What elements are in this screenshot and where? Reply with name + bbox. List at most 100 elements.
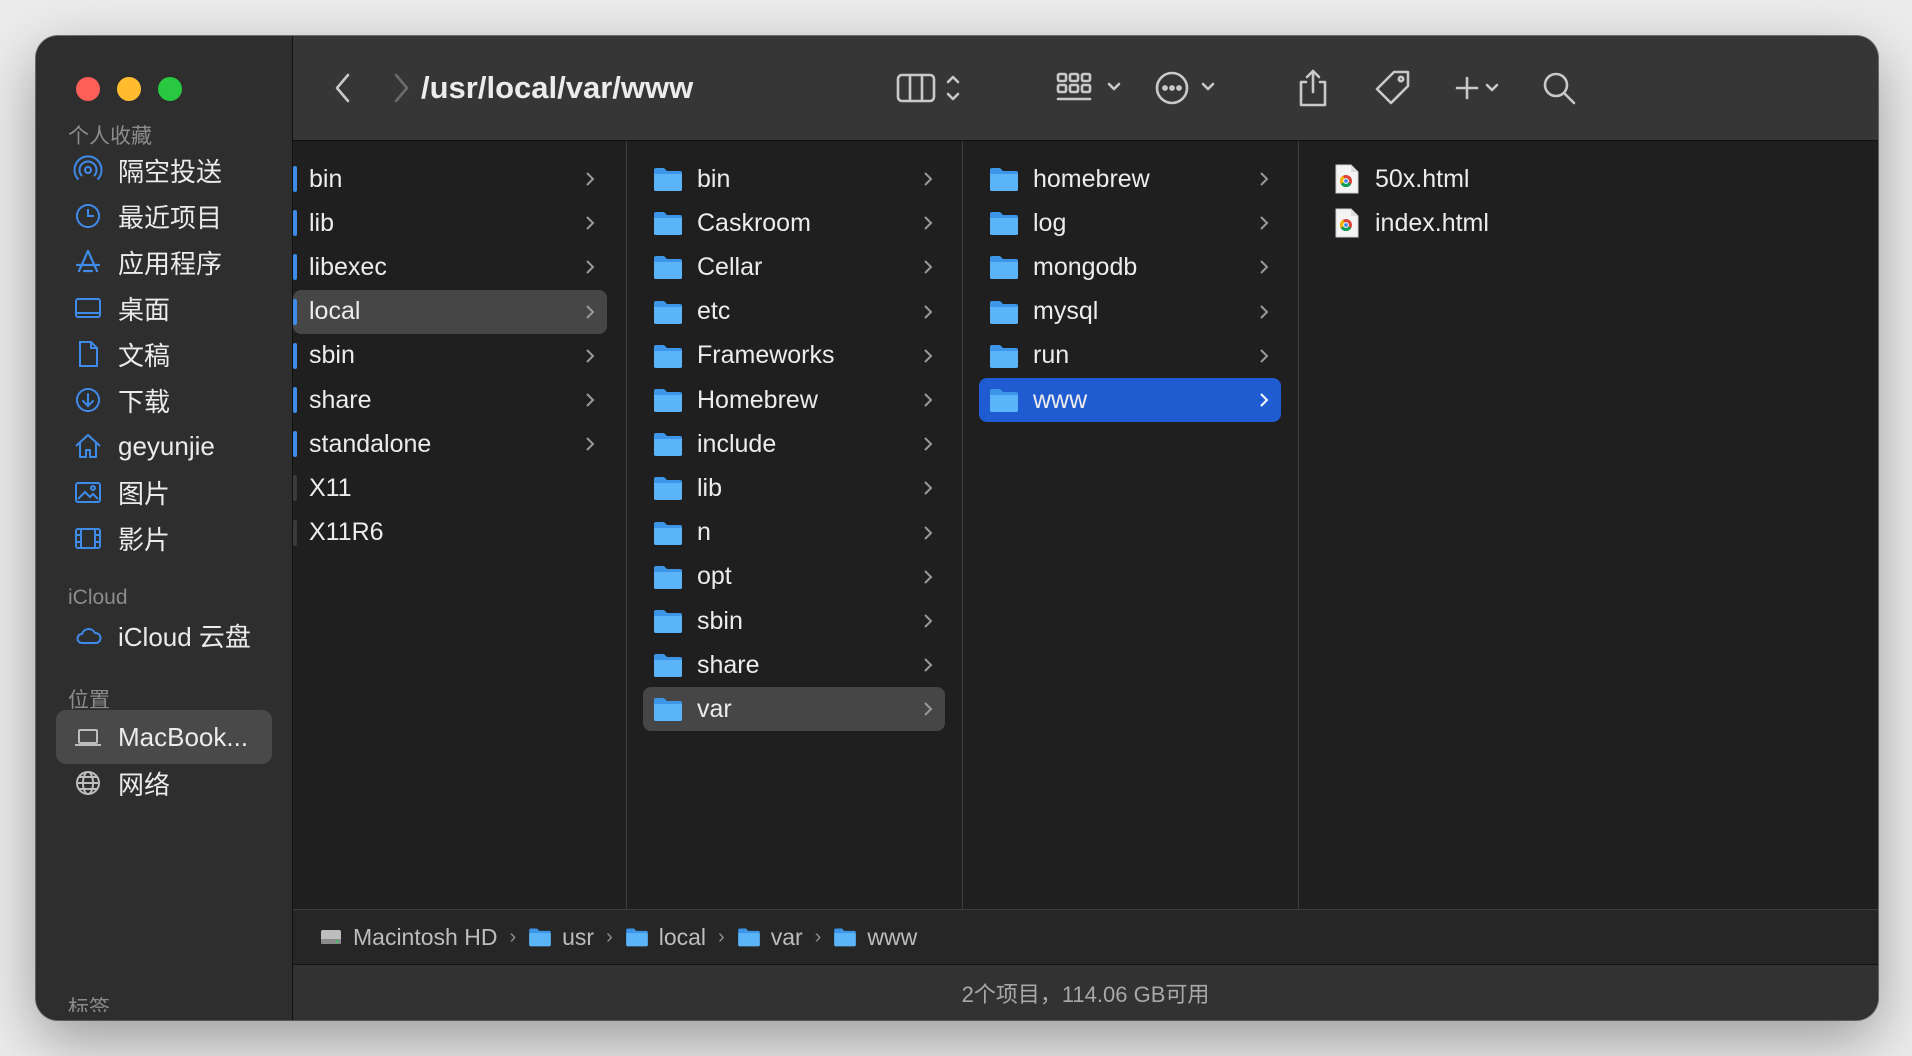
folder-row[interactable]: Caskroom [643, 201, 945, 245]
folder-row[interactable]: lib [293, 201, 607, 245]
folder-icon [529, 928, 551, 947]
sidebar-item-label: iCloud 云盘 [118, 621, 251, 652]
new-button[interactable] [1443, 36, 1523, 140]
pathbar-label: usr [562, 923, 595, 950]
folder-row[interactable]: mongodb [979, 245, 1281, 289]
file-row[interactable]: index.html [1315, 201, 1715, 245]
view-mode-button[interactable] [893, 36, 973, 140]
chevron-right-icon [1259, 334, 1269, 378]
document-icon [72, 338, 104, 370]
item-name: sbin [697, 606, 743, 635]
folder-row[interactable]: Cellar [643, 245, 945, 289]
item-name: local [309, 297, 361, 326]
folder-row[interactable]: bin [293, 157, 607, 201]
sidebar-item-label: 应用程序 [118, 248, 223, 279]
chevron-right-icon [585, 201, 595, 245]
chevron-right-icon [1259, 290, 1269, 334]
folder-row[interactable]: run [979, 334, 1281, 378]
folder-row[interactable]: var [643, 687, 945, 732]
pathbar-folder[interactable]: local [625, 924, 706, 951]
sidebar-item-label: 桌面 [118, 294, 171, 325]
folder-row[interactable]: X11 [293, 466, 607, 510]
item-name: Homebrew [697, 385, 818, 414]
back-button[interactable] [315, 36, 371, 140]
folder-row[interactable]: Homebrew [643, 378, 945, 422]
folder-row[interactable]: standalone [293, 422, 607, 466]
folder-row[interactable]: sbin [643, 599, 945, 643]
pathbar-label: var [770, 923, 803, 950]
folder-row[interactable]: share [293, 378, 607, 422]
folder-row[interactable]: mysql [979, 290, 1281, 334]
column-1: bin lib libexec local sbin share standalone X11… [293, 141, 627, 909]
close-button[interactable] [76, 77, 100, 101]
clock-icon [72, 200, 104, 232]
path-bar: Macintosh HD › usr › local › var › www [293, 909, 1878, 964]
folder-edge-icon [293, 298, 297, 325]
download-icon [72, 384, 104, 416]
pathbar-label: local [658, 923, 707, 950]
sidebar-item-cloud[interactable]: iCloud 云盘 [56, 608, 272, 662]
sidebar: 个人收藏 隔空投送 最近项目 应用程序 桌面 文稿 下载 geyunjie 图片 影片 iClo… [36, 36, 293, 1020]
airdrop-icon [72, 154, 104, 186]
folder-row[interactable]: n [643, 511, 945, 555]
tags-button[interactable] [1363, 36, 1423, 140]
folder-row[interactable]: homebrew [979, 157, 1281, 201]
cloud-icon [72, 619, 104, 651]
item-name: include [697, 429, 777, 458]
item-name: bin [697, 164, 731, 193]
folder-row[interactable]: log [979, 201, 1281, 245]
minimize-button[interactable] [117, 77, 141, 101]
finder-window: 个人收藏 隔空投送 最近项目 应用程序 桌面 文稿 下载 geyunjie 图片 影片 iClo… [36, 36, 1878, 1020]
chevron-right-icon [923, 643, 933, 687]
folder-icon [654, 565, 682, 589]
folder-row[interactable]: include [643, 422, 945, 466]
sidebar-item-label: 最近项目 [118, 202, 223, 233]
sidebar-item-label: 下载 [118, 386, 171, 417]
sidebar-item-film[interactable]: 影片 [56, 511, 272, 565]
ellipsis-circle-icon [1155, 71, 1215, 105]
folder-edge-icon [293, 475, 297, 502]
folder-row[interactable]: lib [643, 466, 945, 510]
folder-edge-icon [293, 210, 297, 237]
search-button[interactable] [1529, 36, 1589, 140]
folder-row[interactable]: sbin [293, 334, 607, 378]
pathbar-folder[interactable]: var [737, 924, 803, 951]
folder-row[interactable]: etc [643, 290, 945, 334]
pathbar-disk[interactable]: Macintosh HD [319, 924, 497, 951]
film-icon [72, 522, 104, 554]
folder-icon [654, 521, 682, 545]
pathbar-folder[interactable]: usr [528, 924, 594, 951]
sidebar-item-label: 隔空投送 [118, 156, 223, 187]
folder-icon [654, 344, 682, 368]
item-name: index.html [1375, 208, 1489, 237]
folder-row[interactable]: X11R6 [293, 511, 607, 555]
chevron-right-icon: › [509, 925, 517, 948]
item-name: n [697, 518, 711, 547]
globe-icon [72, 767, 104, 799]
item-name: X11R6 [309, 518, 384, 547]
grid-icon [1056, 72, 1121, 101]
group-button[interactable] [1053, 36, 1133, 140]
laptop-icon [72, 721, 104, 753]
sidebar-item-label: 图片 [118, 478, 171, 509]
column-4: 50x.html index.html [1299, 141, 1878, 909]
folder-row[interactable]: bin [643, 157, 945, 201]
folder-icon [625, 928, 648, 947]
sidebar-item-globe[interactable]: 网络 [56, 756, 272, 810]
folder-icon [654, 610, 682, 633]
sidebar-item-label: geyunjie [118, 430, 215, 461]
folder-row[interactable]: Frameworks [643, 334, 945, 378]
action-menu-button[interactable] [1151, 36, 1231, 140]
folder-row[interactable]: local [293, 289, 607, 334]
plus-icon [1455, 76, 1499, 100]
folder-row[interactable]: share [643, 643, 945, 687]
share-button[interactable] [1287, 36, 1339, 140]
pathbar-folder[interactable]: www [833, 924, 917, 951]
folder-row[interactable]: www [979, 378, 1281, 422]
folder-row[interactable]: opt [643, 555, 945, 599]
folder-icon [654, 300, 682, 324]
tags-header: 标签 [68, 997, 110, 1012]
file-row[interactable]: 50x.html [1315, 157, 1715, 201]
folder-row[interactable]: libexec [293, 245, 607, 289]
zoom-button[interactable] [158, 77, 182, 101]
